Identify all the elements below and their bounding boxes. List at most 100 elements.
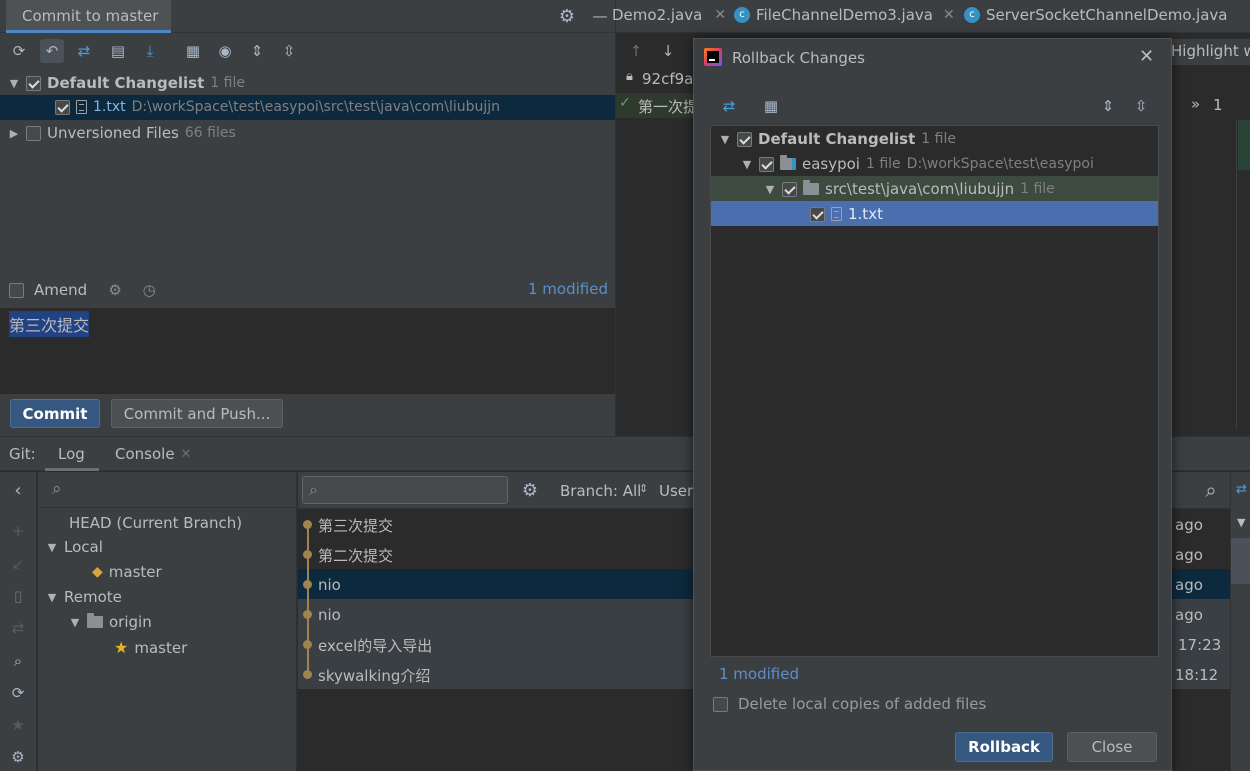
unversioned-label: Unversioned Files — [47, 124, 179, 142]
delete-local-copies-checkbox[interactable] — [713, 696, 728, 712]
arrow-down-icon[interactable]: ↓ — [656, 39, 680, 63]
local-master-branch[interactable]: ◆ master — [92, 563, 162, 581]
commit-node — [303, 550, 312, 559]
head-branch[interactable]: HEAD (Current Branch) — [69, 514, 242, 532]
compare-icon[interactable]: ⇄ — [1236, 482, 1247, 497]
commit-options-gear-icon[interactable]: ⚙ — [103, 278, 127, 302]
close-dialog-icon[interactable]: ✕ — [1139, 46, 1154, 67]
commit-node — [303, 670, 312, 679]
dir-row[interactable]: ▼ src\test\java\com\liubujjn 1 file — [764, 179, 1055, 199]
settings-gear-icon[interactable]: ⚙ — [6, 745, 30, 769]
dialog-file-checkbox[interactable] — [810, 206, 825, 222]
rollback-button[interactable]: Rollback — [955, 732, 1053, 762]
tab-log[interactable]: Log — [45, 437, 99, 471]
highlight-dropdown[interactable]: Highlight w — [1169, 39, 1250, 65]
log-settings-gear-icon[interactable]: ⚙ — [518, 478, 542, 502]
chevron-down-icon[interactable]: ▼ — [764, 183, 776, 196]
chevron-down-icon[interactable]: ▼ — [46, 541, 58, 554]
amend-label[interactable]: Amend — [34, 281, 87, 299]
arrow-up-icon[interactable]: ↑ — [624, 39, 648, 63]
chevron-down-icon[interactable]: ▼ — [8, 77, 20, 90]
star-icon[interactable]: ★ — [6, 713, 30, 737]
rollback-icon[interactable]: ↶ — [40, 39, 64, 63]
checkout-arrow-icon[interactable]: ↙ — [6, 552, 30, 576]
log-row[interactable]: skywalking介绍 — [298, 660, 698, 690]
collapse-all-icon[interactable]: ⇳ — [277, 39, 301, 63]
commit-and-push-button[interactable]: Commit and Push... — [111, 399, 283, 428]
chevron-down-icon[interactable]: ▼ — [69, 616, 81, 629]
log-search-input[interactable]: ⌕ — [302, 476, 508, 504]
show-diff-icon[interactable]: ⇄ — [72, 39, 96, 63]
chevron-down-icon[interactable]: ▼ — [46, 591, 58, 604]
chevron-down-icon[interactable]: ▼ — [741, 158, 753, 171]
origin-master-branch[interactable]: ★ master — [114, 638, 187, 657]
log-row[interactable]: 第三次提交 — [298, 510, 698, 540]
refresh-icon[interactable]: ⟳ — [7, 39, 31, 63]
unversioned-checkbox[interactable] — [26, 125, 41, 141]
commit-panel-header: Commit to master ⚙ — — [0, 0, 615, 33]
commit-button[interactable]: Commit — [10, 399, 100, 428]
dialog-changelist-checkbox[interactable] — [737, 131, 752, 147]
group-by-icon[interactable]: ▦ — [181, 39, 205, 63]
chevron-left-icon[interactable]: ‹ — [6, 478, 30, 502]
file-row[interactable]: 1.txt D:\workSpace\test\easypoi\src\test… — [55, 97, 500, 117]
log-row[interactable]: excel的导入导出 — [298, 630, 698, 660]
editor-tab-2[interactable]: c FileChannelDemo3.java ✕ — [734, 6, 955, 24]
close-tab-icon[interactable]: ✕ — [943, 7, 955, 23]
changelist-row[interactable]: ▼ Default Changelist 1 file — [8, 73, 245, 93]
minimize-icon[interactable]: — — [588, 4, 612, 28]
dialog-file-label: 1.txt — [848, 205, 883, 223]
branch-filter[interactable]: Branch: All — [560, 482, 641, 500]
tab-console[interactable]: Console ✕ — [115, 445, 191, 463]
shelve-icon[interactable]: ⤓ — [138, 39, 162, 63]
close-tab-icon[interactable]: ✕ — [714, 7, 726, 23]
user-filter[interactable]: User — [659, 482, 693, 500]
view-options-icon[interactable]: ◉ — [213, 39, 237, 63]
log-row[interactable]: nio — [298, 570, 698, 600]
search-icon[interactable]: ⌕ — [1199, 478, 1223, 502]
unversioned-row[interactable]: ▶ Unversioned Files 66 files — [8, 123, 236, 143]
origin-node[interactable]: ▼ origin — [69, 613, 152, 631]
changelist-checkbox[interactable] — [26, 75, 41, 91]
module-row[interactable]: ▼ easypoi 1 file D:\workSpace\test\easyp… — [741, 154, 1094, 174]
show-diff-icon[interactable]: ⇄ — [717, 94, 741, 118]
close-button[interactable]: Close — [1067, 732, 1157, 762]
commit-button-label: Commit — [22, 404, 88, 423]
chevron-down-icon[interactable]: ▼ — [1237, 516, 1245, 529]
log-row[interactable]: nio — [298, 600, 698, 630]
commit-panel-tab[interactable]: Commit to master — [6, 0, 171, 33]
close-button-label: Close — [1091, 738, 1133, 756]
editor-tab-1[interactable]: Demo2.java ✕ — [612, 6, 726, 24]
refresh-icon[interactable]: ⟳ — [6, 681, 30, 705]
modified-status[interactable]: 1 modified — [528, 280, 608, 298]
jump-to-source-icon[interactable]: ▤ — [106, 39, 130, 63]
add-icon[interactable]: + — [6, 519, 30, 543]
expand-all-icon[interactable]: ⇕ — [1096, 94, 1120, 118]
next-diff-icon[interactable]: » — [1191, 95, 1200, 113]
amend-checkbox[interactable] — [9, 282, 24, 298]
search-icon[interactable]: ⌕ — [6, 649, 30, 673]
local-master-label: master — [108, 563, 162, 581]
dialog-changelist-row[interactable]: ▼ Default Changelist 1 file — [719, 129, 956, 149]
chevron-down-icon[interactable]: ▼ — [719, 133, 731, 146]
editor-tab-3[interactable]: c ServerSocketChannelDemo.java — [964, 6, 1227, 24]
group-by-icon[interactable]: ▦ — [759, 94, 783, 118]
expand-all-icon[interactable]: ⇕ — [245, 39, 269, 63]
settings-gear-icon[interactable]: ⚙ — [555, 4, 579, 28]
remote-node[interactable]: ▼ Remote — [46, 588, 122, 606]
log-row[interactable]: 第二次提交 — [298, 540, 698, 570]
chevron-right-icon[interactable]: ▶ — [8, 127, 20, 140]
module-checkbox[interactable] — [759, 156, 774, 172]
delete-icon[interactable]: ▯ — [6, 584, 30, 608]
file-checkbox[interactable] — [55, 99, 70, 115]
local-node[interactable]: ▼ Local — [46, 538, 103, 556]
delete-local-copies-row[interactable]: Delete local copies of added files — [713, 695, 986, 713]
close-tab-icon[interactable]: ✕ — [181, 447, 192, 462]
commit-message-area[interactable]: 第三次提交 — [0, 308, 615, 394]
dialog-file-row[interactable]: 1.txt — [810, 204, 883, 224]
history-clock-icon[interactable]: ◷ — [137, 278, 161, 302]
collapse-all-icon[interactable]: ⇳ — [1129, 94, 1153, 118]
dir-checkbox[interactable] — [782, 181, 797, 197]
branch-search-field[interactable]: ⌕ — [38, 472, 297, 508]
compare-icon[interactable]: ⇄ — [6, 616, 30, 640]
